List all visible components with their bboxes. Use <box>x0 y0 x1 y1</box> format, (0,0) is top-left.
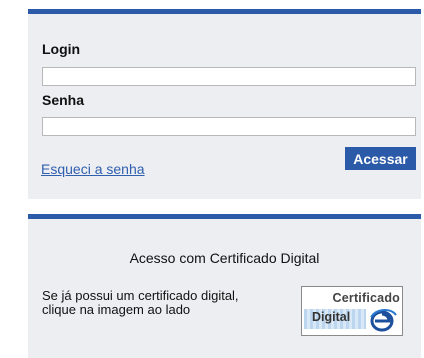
senha-label: Senha <box>42 92 85 108</box>
certificate-description-line2: clique na imagem ao lado <box>42 302 191 317</box>
certificate-panel: Acesso com Certificado Digital Se já pos… <box>28 214 421 358</box>
forgot-password-link[interactable]: Esqueci a senha <box>41 161 145 177</box>
certificate-badge-digital: Digital <box>304 309 366 329</box>
login-input[interactable] <box>42 67 416 86</box>
certificate-badge-digital-label: Digital <box>312 310 351 324</box>
senha-input[interactable] <box>42 117 416 136</box>
certificate-badge-label: Certificado <box>332 291 400 305</box>
e-icon <box>370 309 397 332</box>
certificate-description: Se já possui um certificado digital, cli… <box>42 289 282 317</box>
login-panel: Login Senha Acessar Esqueci a senha <box>28 9 421 199</box>
certificate-description-line1: Se já possui um certificado digital, <box>42 288 239 303</box>
certificate-title: Acesso com Certificado Digital <box>129 250 320 266</box>
certificate-digital-button[interactable]: Certificado Digital <box>301 286 403 336</box>
login-label: Login <box>42 41 81 57</box>
acessar-button[interactable]: Acessar <box>345 147 416 170</box>
